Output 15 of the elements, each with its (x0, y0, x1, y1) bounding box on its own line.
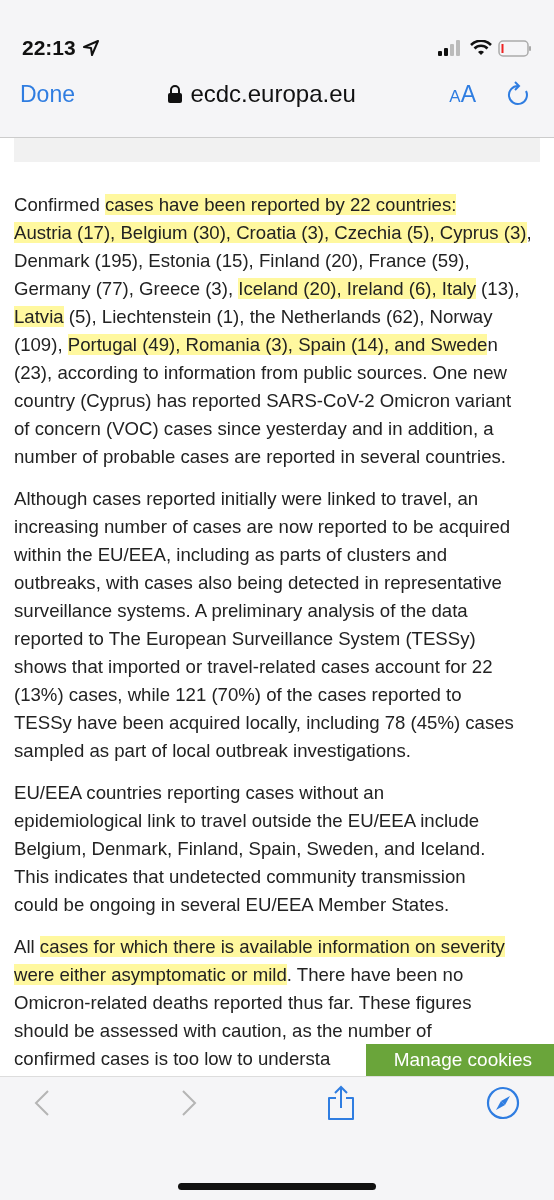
battery-icon (498, 39, 532, 57)
article-paragraph: EU/EEA countries reporting cases without an epidemiological link to travel outside the EU/EEA include Belgium, Denmark, Finland, Spain, Sweden, and Iceland. This indicates that undetected community transmission could be ongoing in several EU/EEA Member States. (14, 781, 487, 917)
wifi-icon (470, 40, 492, 56)
text-size-button[interactable]: AA (449, 80, 476, 108)
location-arrow-icon (81, 39, 100, 57)
article-paragraph: Although cases reported initially were linked to travel, an increasing number of cases are now reported to be acquired within the EU/EEA, including as parts of clusters and outbreaks, with cases also being detected in representative surveillance systems. A preliminary analysis of the data reported to The European Surveillance System (TESSy) shows that imported or travel-related cases account for 22 (13%) cases, while 121 (70%) of the cases reported to TESSy have been acquired locally, including 78 (45%) cases sampled as part of local outbreak investigations. (14, 487, 515, 763)
status-time: 22:13 (22, 36, 76, 60)
article-paragraph: Confirmed cases have been reported by 22 countries: Austria (17), Belgium (30), Croatia (3), Czechia (5), Cyprus (3), Denmark (195), Estonia (15), Finland (20), France (59), Germany (77), Greece (3), Iceland (20), Ireland (6), Italy (13), Latvia (5), Liechtenstein (1), the Netherlands (62), Norway (109), Portugal (49), Romania (3), Spain (14), and Sweden (23), according to information from public sources. One new country (Cyprus) has reported SARS-CoV-2 Omicron variant of concern (VOC) cases since yesterday and in addition, a number of probable cases are reported in several countries. (14, 193, 533, 469)
share-icon[interactable] (327, 1085, 356, 1121)
lock-icon (168, 85, 183, 103)
manage-cookies-button[interactable]: Manage cookies (365, 1044, 554, 1076)
compass-icon[interactable] (485, 1086, 520, 1120)
url-text[interactable]: ecdc.europa.eu (190, 80, 356, 108)
done-button[interactable]: Done (20, 80, 75, 108)
reload-icon[interactable] (506, 81, 530, 107)
